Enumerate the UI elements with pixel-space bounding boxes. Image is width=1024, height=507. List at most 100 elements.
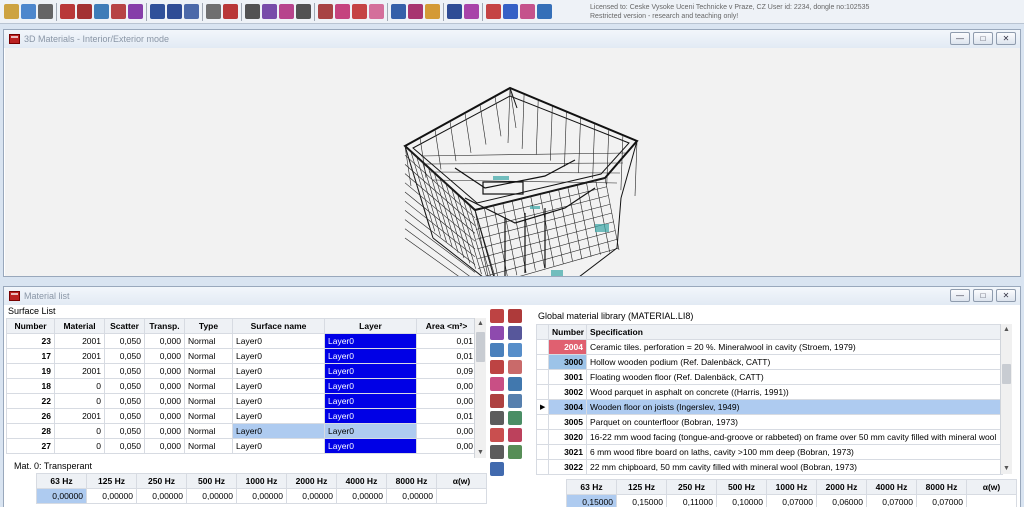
absorption-value[interactable]: 0,00000 xyxy=(186,488,237,504)
table-cell[interactable]: 0,000 xyxy=(144,333,185,349)
minimize-button[interactable]: — xyxy=(950,32,970,45)
table-cell[interactable]: Layer0 xyxy=(324,438,417,454)
scroll-thumb[interactable] xyxy=(1002,364,1011,384)
table-row[interactable]: 3020 16-22 mm wood facing (tongue-and-gro… xyxy=(536,429,1003,445)
grid2-icon[interactable] xyxy=(508,394,522,408)
material-specification[interactable]: Parquet on counterfloor (Bobran, 1973) xyxy=(586,414,1003,430)
table-cell[interactable]: 0 xyxy=(54,378,105,394)
column-header[interactable]: Type xyxy=(184,318,233,334)
binoculars-icon[interactable] xyxy=(490,445,504,459)
print-icon[interactable] xyxy=(38,4,53,19)
scroll-up-icon[interactable]: ▲ xyxy=(1001,324,1012,335)
close-button[interactable]: ✕ xyxy=(996,32,1016,45)
table-cell[interactable]: Layer0 xyxy=(324,423,417,439)
3d-viewport[interactable] xyxy=(5,48,1020,291)
table-cell[interactable]: 2001 xyxy=(54,363,105,379)
table-row[interactable]: 22 0 0,050 0,000 Normal Layer0 Layer0 0,00 xyxy=(6,393,477,409)
wave-icon[interactable] xyxy=(486,4,501,19)
pin-icon[interactable] xyxy=(490,394,504,408)
scroll-thumb[interactable] xyxy=(476,332,485,362)
table-cell[interactable]: Layer0 xyxy=(232,363,325,379)
panel-icon[interactable] xyxy=(391,4,406,19)
play-icon[interactable] xyxy=(503,4,518,19)
table-cell[interactable]: Normal xyxy=(184,363,233,379)
table-cell[interactable]: 18 xyxy=(6,378,55,394)
table-cell[interactable]: 0,00 xyxy=(416,423,477,439)
material-number[interactable]: 3005 xyxy=(548,414,587,430)
window-3d-titlebar[interactable]: 3D Materials - Interior/Exterior mode — … xyxy=(4,30,1020,48)
absorption-value[interactable]: 0,15000 xyxy=(566,494,617,507)
table-row[interactable]: 18 0 0,050 0,000 Normal Layer0 Layer0 0,00 xyxy=(6,378,477,394)
material-specification[interactable]: 6 mm wood fibre board on laths, cavity >… xyxy=(586,444,1003,460)
tools-icon[interactable] xyxy=(111,4,126,19)
table-cell[interactable]: 0 xyxy=(54,423,105,439)
table-cell[interactable]: 0,00 xyxy=(416,378,477,394)
material-list-titlebar[interactable]: Material list — □ ✕ xyxy=(4,287,1020,305)
table-cell[interactable]: Layer0 xyxy=(232,333,325,349)
table-cell[interactable]: 0,050 xyxy=(104,363,145,379)
table-cell[interactable]: Normal xyxy=(184,438,233,454)
table-cell[interactable]: 2001 xyxy=(54,348,105,364)
maximize-button[interactable]: □ xyxy=(973,32,993,45)
chart-icon[interactable] xyxy=(94,4,109,19)
table-cell[interactable]: 0,00 xyxy=(416,438,477,454)
material-specification[interactable]: 22 mm chipboard, 50 mm cavity filled wit… xyxy=(586,459,1003,475)
grid-icon[interactable] xyxy=(508,326,522,340)
table-cell[interactable]: 27 xyxy=(6,438,55,454)
table-row[interactable]: 3001 Floating wooden floor (Ref. Dalenbäc… xyxy=(536,369,1003,385)
table-cell[interactable]: Layer0 xyxy=(232,423,325,439)
table-row[interactable]: 2004 Ceramic tiles. perforation = 20 %. M… xyxy=(536,339,1003,355)
table-cell[interactable]: Normal xyxy=(184,333,233,349)
link-icon[interactable] xyxy=(520,4,535,19)
scatter-icon[interactable] xyxy=(369,4,384,19)
help-icon[interactable] xyxy=(537,4,552,19)
scroll-down-icon[interactable]: ▼ xyxy=(1001,463,1012,474)
wand-icon[interactable] xyxy=(508,360,522,374)
table-cell[interactable]: Layer0 xyxy=(324,348,417,364)
table-cell[interactable]: Normal xyxy=(184,348,233,364)
globe-icon[interactable] xyxy=(490,343,504,357)
table-row[interactable]: 3021 6 mm wood fibre board on laths, cavi… xyxy=(536,444,1003,460)
stack-icon[interactable] xyxy=(508,377,522,391)
layer-red2-icon[interactable] xyxy=(508,309,522,323)
absorption-value[interactable]: 0,07000 xyxy=(766,494,817,507)
table-cell[interactable]: 0,000 xyxy=(144,348,185,364)
table-cell[interactable]: 2001 xyxy=(54,408,105,424)
ray-icon[interactable] xyxy=(279,4,294,19)
report-icon[interactable] xyxy=(77,4,92,19)
edit-icon[interactable] xyxy=(262,4,277,19)
table-row[interactable]: 3002 Wood parquet in asphalt on concrete … xyxy=(536,384,1003,400)
column-header[interactable]: Number xyxy=(548,324,587,340)
close-button[interactable]: ✕ xyxy=(996,289,1016,302)
material-specification[interactable]: Wooden floor on joists (Ingerslev, 1949) xyxy=(586,399,1003,415)
table-cell[interactable]: 0,000 xyxy=(144,438,185,454)
column-header[interactable]: Material xyxy=(54,318,105,334)
absorption-value[interactable]: 0,00000 xyxy=(336,488,387,504)
column-header[interactable]: Transp. xyxy=(144,318,185,334)
material-specification[interactable]: 16-22 mm wood facing (tongue-and-groove … xyxy=(586,429,1003,445)
table-row[interactable]: 3000 Hollow wooden podium (Ref. Dalenbäck… xyxy=(536,354,1003,370)
table-cell[interactable]: 0,00 xyxy=(416,393,477,409)
drum-icon[interactable] xyxy=(206,4,221,19)
material-number[interactable]: 3000 xyxy=(548,354,587,370)
table-cell[interactable]: Layer0 xyxy=(232,438,325,454)
table-cell[interactable]: 0,000 xyxy=(144,423,185,439)
grid3-icon[interactable] xyxy=(490,462,504,476)
grid-icon[interactable] xyxy=(223,4,238,19)
table-cell[interactable]: 0 xyxy=(54,393,105,409)
table-cell[interactable]: Normal xyxy=(184,393,233,409)
table-cell[interactable]: 0,000 xyxy=(144,378,185,394)
table-cell[interactable]: Normal xyxy=(184,423,233,439)
table-row[interactable]: 26 2001 0,050 0,000 Normal Layer0 Layer0 0,01 xyxy=(6,408,477,424)
globe2-icon[interactable] xyxy=(508,343,522,357)
notes-icon[interactable] xyxy=(184,4,199,19)
image-icon[interactable] xyxy=(21,4,36,19)
table-cell[interactable]: 0,000 xyxy=(144,363,185,379)
table-row[interactable]: 3022 22 mm chipboard, 50 mm cavity filled… xyxy=(536,459,1003,475)
absorption-value[interactable]: 0,00000 xyxy=(86,488,137,504)
material-specification[interactable]: Hollow wooden podium (Ref. Dalenbäck, CA… xyxy=(586,354,1003,370)
absorption-value[interactable]: 0,00000 xyxy=(36,488,87,504)
column-header[interactable]: Scatter xyxy=(104,318,145,334)
material-icon[interactable] xyxy=(167,4,182,19)
table-cell[interactable]: Layer0 xyxy=(324,378,417,394)
